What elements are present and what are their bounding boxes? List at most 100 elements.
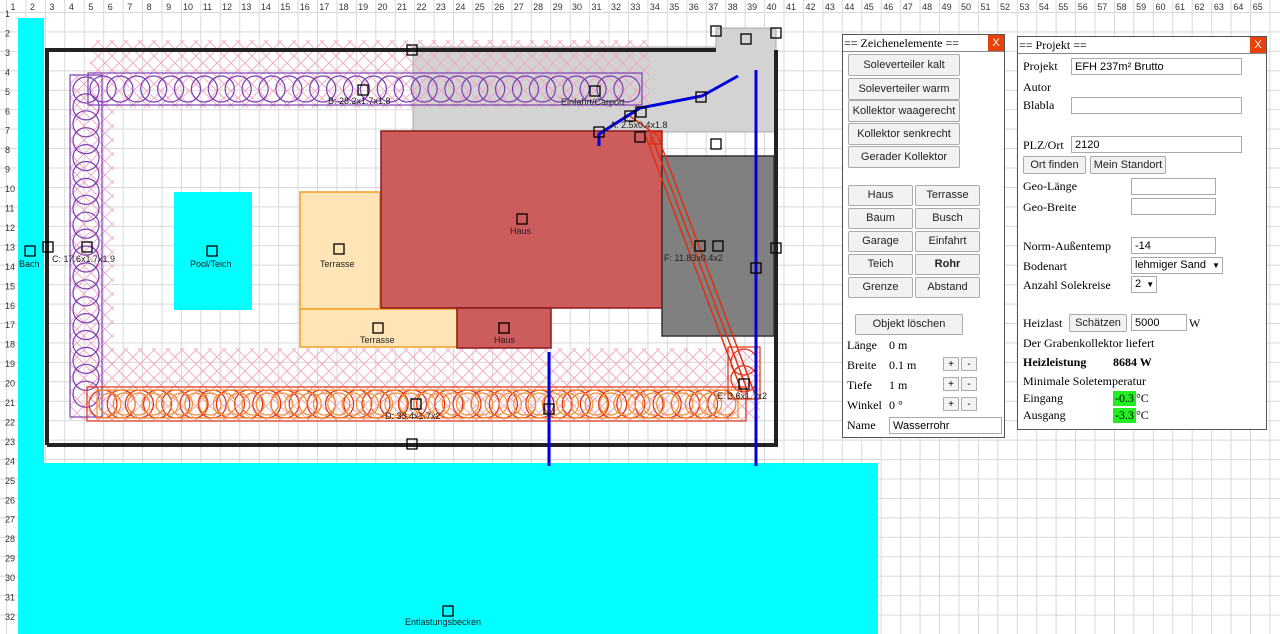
ruler-top-tick: 44: [844, 2, 854, 12]
object-handle[interactable]: [710, 138, 722, 150]
ruler-left-tick: 21: [5, 398, 15, 408]
project-panel: == Projekt == X Projekt EFH 237m² Brutto…: [1017, 36, 1267, 430]
garage-button[interactable]: Garage: [848, 231, 913, 252]
objekt-loeschen-button[interactable]: Objekt löschen: [855, 314, 963, 335]
entlastungsbecken-area[interactable]: [18, 463, 878, 634]
solekreise-label: Anzahl Solekreise: [1023, 278, 1111, 292]
ruler-top-tick: 65: [1253, 2, 1263, 12]
heizlast-unit: W: [1189, 316, 1201, 330]
busch-button[interactable]: Busch: [915, 208, 980, 229]
project-panel-close-button[interactable]: X: [1250, 37, 1266, 53]
ruler-top-tick: 49: [942, 2, 952, 12]
ruler-left-tick: 10: [5, 184, 15, 194]
ruler-left-tick: 9: [5, 165, 10, 175]
plz-input[interactable]: 2120: [1071, 136, 1242, 153]
baum-button[interactable]: Baum: [848, 208, 913, 229]
label-einfahrt: Einfahrt/Carport: [561, 97, 625, 107]
winkel-plus-button[interactable]: +: [943, 397, 959, 411]
breite-value: 0.1 m: [889, 358, 917, 372]
ruler-left-tick: 16: [5, 301, 15, 311]
geo-breite-input[interactable]: [1131, 198, 1216, 215]
einfahrt-button[interactable]: Einfahrt: [915, 231, 980, 252]
kollektor-senkrecht-button[interactable]: Kollektor senkrecht: [848, 123, 960, 145]
ruler-left-tick: 29: [5, 554, 15, 564]
label-collector-e: E: 3.6x1.7x2: [717, 391, 767, 401]
ruler-top-tick: 57: [1097, 2, 1107, 12]
label-haus-main: Haus: [510, 226, 532, 236]
label-collector-b: B: 28.2x1.7x1.8: [328, 96, 391, 106]
liefert-text: Der Grabenkollektor liefert: [1023, 336, 1155, 350]
grenze-button[interactable]: Grenze: [848, 277, 913, 298]
ruler-top-tick: 46: [883, 2, 893, 12]
solekreise-select[interactable]: 2 ▼: [1131, 276, 1157, 293]
ruler-left-tick: 14: [5, 262, 15, 272]
ruler-top-tick: 36: [689, 2, 699, 12]
label-haus-annex: Haus: [494, 335, 516, 345]
ruler-left-tick: 18: [5, 340, 15, 350]
eingang-unit: °C: [1136, 391, 1149, 405]
name-label: Name: [847, 418, 876, 432]
breite-plus-button[interactable]: +: [943, 357, 959, 371]
ruler-left-tick: 20: [5, 379, 15, 389]
ruler-top-tick: 51: [980, 2, 990, 12]
ruler-top-tick: 56: [1078, 2, 1088, 12]
terrasse-west[interactable]: [299, 191, 381, 310]
breite-minus-button[interactable]: -: [961, 357, 977, 371]
ruler-top-tick: 28: [533, 2, 543, 12]
ruler-top-tick: 59: [1136, 2, 1146, 12]
ruler-top-tick: 52: [1000, 2, 1010, 12]
mein-standort-button[interactable]: Mein Standort: [1090, 156, 1166, 174]
ruler-top: 1 2 3 4 5 6 7 8 9 10 11 12 13 14 15 16 17 18 19 20 21 22 23 24 2…: [10, 2, 1262, 12]
heizlast-input[interactable]: 5000: [1131, 314, 1187, 331]
ruler-left-tick: 23: [5, 437, 15, 447]
ruler-left-tick: 8: [5, 145, 10, 155]
abstand-button[interactable]: Abstand: [915, 277, 980, 298]
name-input[interactable]: Wasserrohr: [889, 417, 1002, 434]
blabla-input[interactable]: [1071, 97, 1242, 114]
ruler-top-tick: 29: [553, 2, 563, 12]
projekt-input[interactable]: EFH 237m² Brutto: [1071, 58, 1242, 75]
breite-label: Breite: [847, 358, 877, 372]
kollektor-waagerecht-button[interactable]: Kollektor waagerecht: [848, 100, 960, 122]
soleverteiler-kalt-button[interactable]: Soleverteiler kalt: [848, 54, 960, 76]
ruler-top-tick: 35: [669, 2, 679, 12]
ruler-top-tick: 14: [261, 2, 271, 12]
elements-panel-titlebar[interactable]: == Zeichenelemente == X: [843, 35, 1004, 52]
tiefe-minus-button[interactable]: -: [961, 377, 977, 391]
bodenart-select[interactable]: lehmiger Sand ▼: [1131, 257, 1223, 274]
label-entlastungsbecken: Entlastungsbecken: [405, 617, 481, 627]
ort-finden-button[interactable]: Ort finden: [1023, 156, 1086, 174]
bodenart-selected: lehmiger Sand: [1135, 259, 1206, 271]
rohr-button[interactable]: Rohr: [915, 254, 980, 275]
norm-aussentemp-input[interactable]: -14: [1131, 237, 1216, 254]
bach-area[interactable]: [18, 18, 44, 464]
haus-main[interactable]: [380, 130, 663, 309]
ruler-top-tick: 33: [630, 2, 640, 12]
ruler-top-tick: 24: [455, 2, 465, 12]
gerader-kollektor-button[interactable]: Gerader Kollektor: [848, 146, 960, 168]
winkel-minus-button[interactable]: -: [961, 397, 977, 411]
ruler-top-tick: 5: [88, 2, 93, 12]
ruler-top-tick: 7: [127, 2, 132, 12]
ruler-top-tick: 45: [864, 2, 874, 12]
schaetzen-button[interactable]: Schätzen: [1069, 314, 1127, 332]
ruler-left-tick: 7: [5, 126, 10, 136]
label-collector-a: A: 2.5x0.4x1.8: [610, 120, 668, 130]
haus-button[interactable]: Haus: [848, 185, 913, 206]
label-terrasse-south: Terrasse: [360, 335, 395, 345]
soleverteiler-warm-button[interactable]: Soleverteiler warm: [848, 78, 960, 100]
ruler-top-tick: 38: [728, 2, 738, 12]
winkel-label: Winkel: [847, 398, 882, 412]
ruler-top-tick: 15: [280, 2, 290, 12]
laenge-value: 0 m: [889, 338, 908, 352]
tiefe-plus-button[interactable]: +: [943, 377, 959, 391]
ruler-left-tick: 3: [5, 48, 10, 58]
terrasse-button[interactable]: Terrasse: [915, 185, 980, 206]
geo-laenge-input[interactable]: [1131, 178, 1216, 195]
project-panel-titlebar[interactable]: == Projekt == X: [1018, 37, 1266, 54]
elements-panel-close-button[interactable]: X: [988, 35, 1004, 51]
pool-area[interactable]: [174, 192, 252, 310]
ausgang-unit: °C: [1136, 408, 1149, 422]
teich-button[interactable]: Teich: [848, 254, 913, 275]
heizlast-label: Heizlast: [1023, 316, 1063, 330]
